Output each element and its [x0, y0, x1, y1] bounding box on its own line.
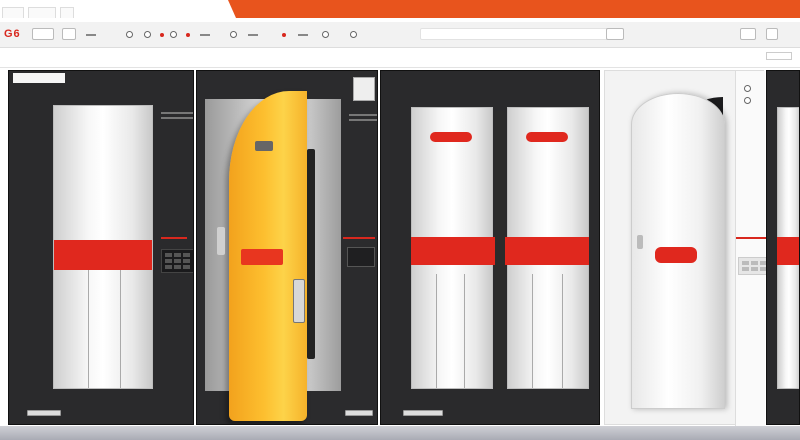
toolbar-button-5[interactable]: [740, 28, 756, 40]
door-lock[interactable]: [293, 279, 305, 323]
side-toolbar: [735, 71, 771, 426]
toolbar-button-2[interactable]: [62, 28, 76, 40]
door-split: [532, 274, 533, 388]
toolbar-separator: [86, 34, 96, 36]
top-bar: [0, 0, 800, 22]
tab-3[interactable]: [60, 7, 74, 18]
panel-label: [13, 73, 65, 83]
red-band: [777, 237, 799, 265]
toolbar-separator: [200, 34, 210, 36]
keypad[interactable]: [161, 249, 193, 273]
indicator-lines: [349, 114, 377, 121]
door-split: [120, 270, 121, 388]
red-accent-line: [343, 237, 375, 239]
footer-slot[interactable]: [345, 410, 373, 416]
keypad-housing[interactable]: [347, 247, 375, 267]
fridge-door[interactable]: [53, 105, 153, 389]
indicator-lines: [161, 112, 193, 119]
settings-icon[interactable]: [744, 85, 751, 92]
panel-3[interactable]: [380, 70, 600, 425]
door-badge: [430, 132, 472, 142]
toolbar-separator: [248, 34, 258, 36]
door-handle[interactable]: [217, 227, 225, 255]
sub-toolbar: [0, 48, 800, 68]
door-split: [464, 274, 465, 388]
footer-slot[interactable]: [403, 410, 443, 416]
app-logo: G6: [4, 28, 21, 40]
accent-banner: [228, 0, 800, 18]
tab-strip: [2, 7, 74, 18]
search-input[interactable]: [766, 52, 792, 60]
wall-panel: [353, 77, 375, 101]
toolbar-button-1[interactable]: [32, 28, 54, 40]
tab-1[interactable]: [2, 7, 24, 18]
play-icon[interactable]: [322, 31, 329, 38]
footer-slot[interactable]: [27, 410, 61, 416]
door-split: [562, 274, 563, 388]
record-icon[interactable]: [160, 33, 164, 37]
panel-4[interactable]: [604, 70, 771, 426]
control-column: [349, 111, 377, 124]
toolbar: G6: [0, 22, 800, 48]
door-handle[interactable]: [495, 111, 505, 389]
settings-icon[interactable]: [350, 31, 357, 38]
record-icon[interactable]: [282, 33, 286, 37]
red-accent-line: [736, 237, 766, 239]
control-column: [161, 249, 193, 273]
door-label: [241, 249, 283, 265]
door-split: [88, 270, 89, 388]
toolbar-button-3[interactable]: [420, 28, 620, 40]
control-column: [161, 109, 193, 122]
toolbar-separator: [298, 34, 308, 36]
panel-2[interactable]: [196, 70, 378, 425]
panel-1[interactable]: [8, 70, 194, 425]
bottom-shadow: [0, 426, 800, 440]
refresh-icon[interactable]: [170, 31, 177, 38]
toolbar-button-6[interactable]: [766, 28, 778, 40]
door-handle[interactable]: [637, 235, 643, 249]
grid-icon[interactable]: [230, 31, 237, 38]
tab-2[interactable]: [28, 7, 56, 18]
toolbar-button-4[interactable]: [606, 28, 624, 40]
settings-icon[interactable]: [126, 31, 133, 38]
door-badge: [526, 132, 568, 142]
red-band: [54, 240, 152, 270]
peephole: [255, 141, 273, 151]
door-split: [436, 274, 437, 388]
red-accent-line: [161, 237, 187, 239]
panel-5[interactable]: [766, 70, 800, 425]
door-badge: [655, 247, 697, 263]
record-icon[interactable]: [186, 33, 190, 37]
play-icon[interactable]: [144, 31, 151, 38]
door-handle[interactable]: [307, 149, 315, 359]
play-icon[interactable]: [744, 97, 751, 104]
